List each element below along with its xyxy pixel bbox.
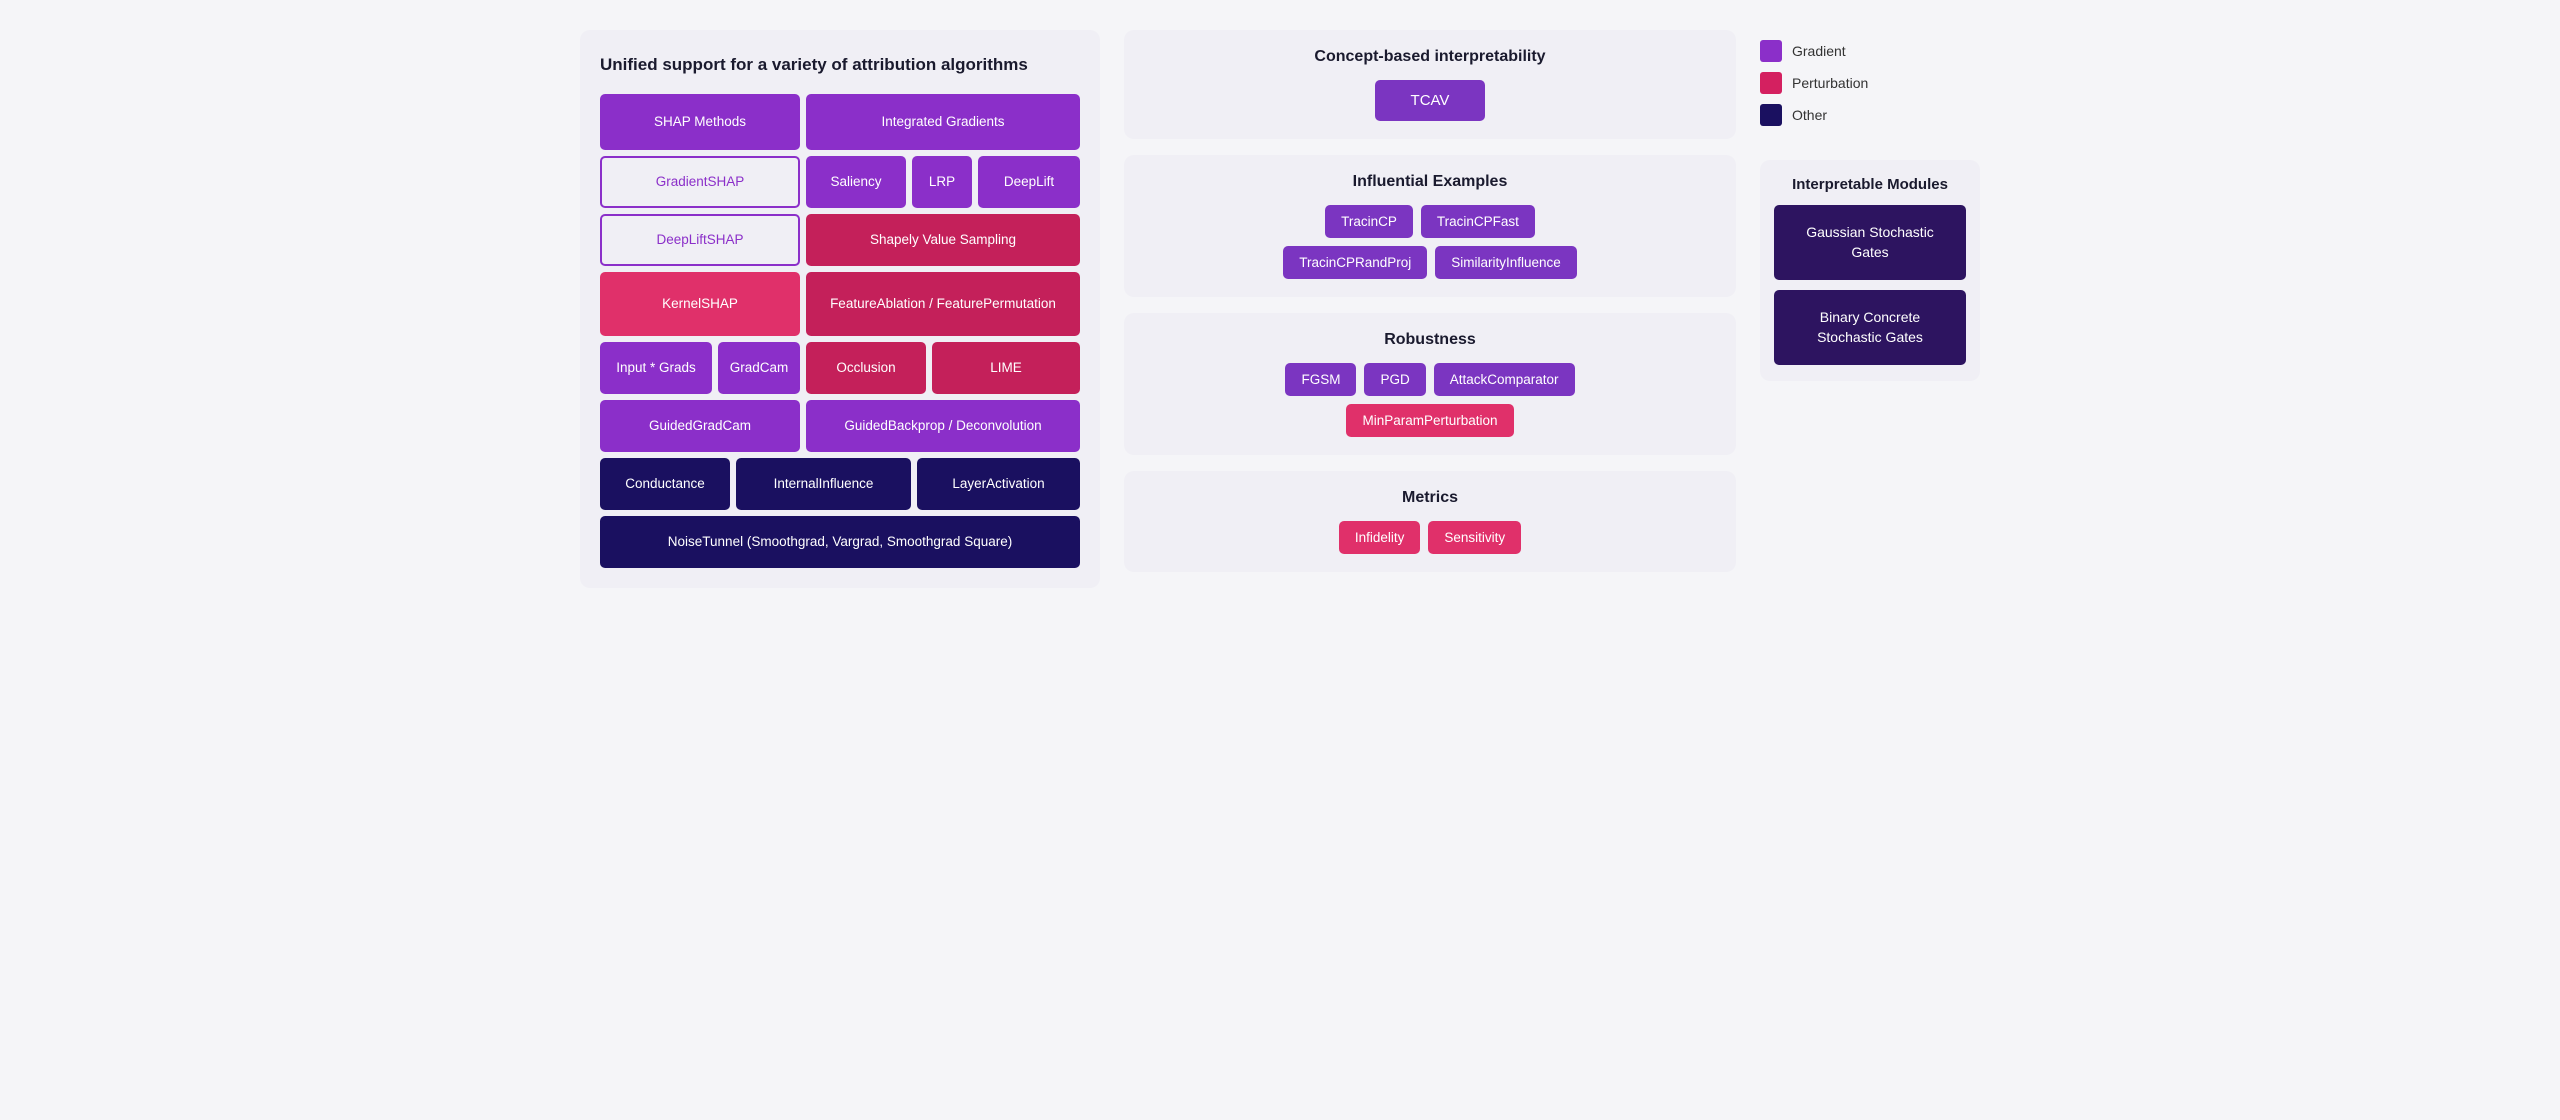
layeractivation-cell: LayerActivation — [917, 458, 1080, 510]
minparamperturbation-chip: MinParamPerturbation — [1346, 404, 1513, 437]
left-panel: Unified support for a variety of attribu… — [580, 30, 1100, 588]
tcav-chip: TCAV — [1375, 80, 1486, 121]
perturbation-label: Perturbation — [1792, 75, 1868, 91]
grid-row-3: DeepLiftSHAP Shapely Value Sampling — [600, 214, 1080, 266]
kernelshap-cell: KernelSHAP — [600, 272, 800, 336]
lrp-cell: LRP — [912, 156, 972, 208]
guidedbackprop-cell: GuidedBackprop / Deconvolution — [806, 400, 1080, 452]
deeplift-cell: DeepLift — [978, 156, 1080, 208]
metrics-chips: Infidelity Sensitivity — [1144, 521, 1716, 554]
right-panel: Gradient Perturbation Other Interpretabl… — [1760, 30, 1980, 588]
gradient-swatch — [1760, 40, 1782, 62]
grid-row-1: SHAP Methods Integrated Gradients — [600, 94, 1080, 150]
left-panel-title: Unified support for a variety of attribu… — [600, 54, 1080, 76]
main-container: Unified support for a variety of attribu… — [580, 30, 1980, 588]
influential-row2: TracinCPRandProj SimilarityInfluence — [1283, 246, 1577, 279]
middle-panel: Concept-based interpretability TCAV Infl… — [1124, 30, 1736, 588]
noisetunnel-cell: NoiseTunnel (Smoothgrad, Vargrad, Smooth… — [600, 516, 1080, 568]
other-swatch — [1760, 104, 1782, 126]
deepliftshap-cell: DeepLiftSHAP — [600, 214, 800, 266]
concept-title: Concept-based interpretability — [1144, 48, 1716, 66]
robustness-row1: FGSM PGD AttackComparator — [1285, 363, 1574, 396]
influential-chips: TracinCP TracinCPFast TracinCPRandProj S… — [1144, 205, 1716, 279]
attribution-grid: SHAP Methods Integrated Gradients Gradie… — [600, 94, 1080, 568]
legend-gradient: Gradient — [1760, 40, 1980, 62]
influential-section: Influential Examples TracinCP TracinCPFa… — [1124, 155, 1736, 297]
robustness-chips: FGSM PGD AttackComparator MinParamPertur… — [1144, 363, 1716, 437]
influential-title: Influential Examples — [1144, 173, 1716, 191]
shap-methods-cell: SHAP Methods — [600, 94, 800, 150]
grid-row-8: NoiseTunnel (Smoothgrad, Vargrad, Smooth… — [600, 516, 1080, 568]
grid-row-6: GuidedGradCam GuidedBackprop / Deconvolu… — [600, 400, 1080, 452]
other-label: Other — [1792, 107, 1827, 123]
tracincprandproj-chip: TracinCPRandProj — [1283, 246, 1427, 279]
grid-row-2: GradientSHAP Saliency LRP DeepLift — [600, 156, 1080, 208]
saliency-cell: Saliency — [806, 156, 906, 208]
pgd-chip: PGD — [1364, 363, 1425, 396]
metrics-title: Metrics — [1144, 489, 1716, 507]
attackcomparator-chip: AttackComparator — [1434, 363, 1575, 396]
gradient-label: Gradient — [1792, 43, 1846, 59]
interpretable-modules: Interpretable Modules Gaussian Stochasti… — [1760, 160, 1980, 381]
lime-cell: LIME — [932, 342, 1080, 394]
featureablation-cell: FeatureAblation / FeaturePermutation — [806, 272, 1080, 336]
inputgrads-cell: Input * Grads — [600, 342, 712, 394]
internalinfluence-cell: InternalInfluence — [736, 458, 911, 510]
occlusion-cell: Occlusion — [806, 342, 926, 394]
conductance-cell: Conductance — [600, 458, 730, 510]
guidedgradcam-cell: GuidedGradCam — [600, 400, 800, 452]
legend-other: Other — [1760, 104, 1980, 126]
legend-area: Gradient Perturbation Other — [1760, 30, 1980, 136]
grid-row-7: Conductance InternalInfluence LayerActiv… — [600, 458, 1080, 510]
grid-row-4: KernelSHAP FeatureAblation / FeaturePerm… — [600, 272, 1080, 336]
concept-section: Concept-based interpretability TCAV — [1124, 30, 1736, 139]
sensitivity-chip: Sensitivity — [1428, 521, 1521, 554]
tracincpfast-chip: TracinCPFast — [1421, 205, 1535, 238]
shapely-value-sampling-cell: Shapely Value Sampling — [806, 214, 1080, 266]
grid-row-5: Input * Grads GradCam Occlusion LIME — [600, 342, 1080, 394]
binary-concrete-stochastic-gates-chip: Binary Concrete Stochastic Gates — [1774, 290, 1966, 365]
influential-row1: TracinCP TracinCPFast — [1325, 205, 1535, 238]
similarityinfluence-chip: SimilarityInfluence — [1435, 246, 1577, 279]
interpretable-title: Interpretable Modules — [1774, 176, 1966, 193]
perturbation-swatch — [1760, 72, 1782, 94]
infidelity-chip: Infidelity — [1339, 521, 1421, 554]
legend-perturbation: Perturbation — [1760, 72, 1980, 94]
metrics-section: Metrics Infidelity Sensitivity — [1124, 471, 1736, 572]
tracincp-chip: TracinCP — [1325, 205, 1413, 238]
gradcam-cell: GradCam — [718, 342, 800, 394]
gaussian-stochastic-gates-chip: Gaussian Stochastic Gates — [1774, 205, 1966, 280]
fgsm-chip: FGSM — [1285, 363, 1356, 396]
integrated-gradients-cell: Integrated Gradients — [806, 94, 1080, 150]
robustness-row2: MinParamPerturbation — [1346, 404, 1513, 437]
robustness-title: Robustness — [1144, 331, 1716, 349]
robustness-section: Robustness FGSM PGD AttackComparator Min… — [1124, 313, 1736, 455]
gradientshap-cell: GradientSHAP — [600, 156, 800, 208]
concept-chips: TCAV — [1144, 80, 1716, 121]
